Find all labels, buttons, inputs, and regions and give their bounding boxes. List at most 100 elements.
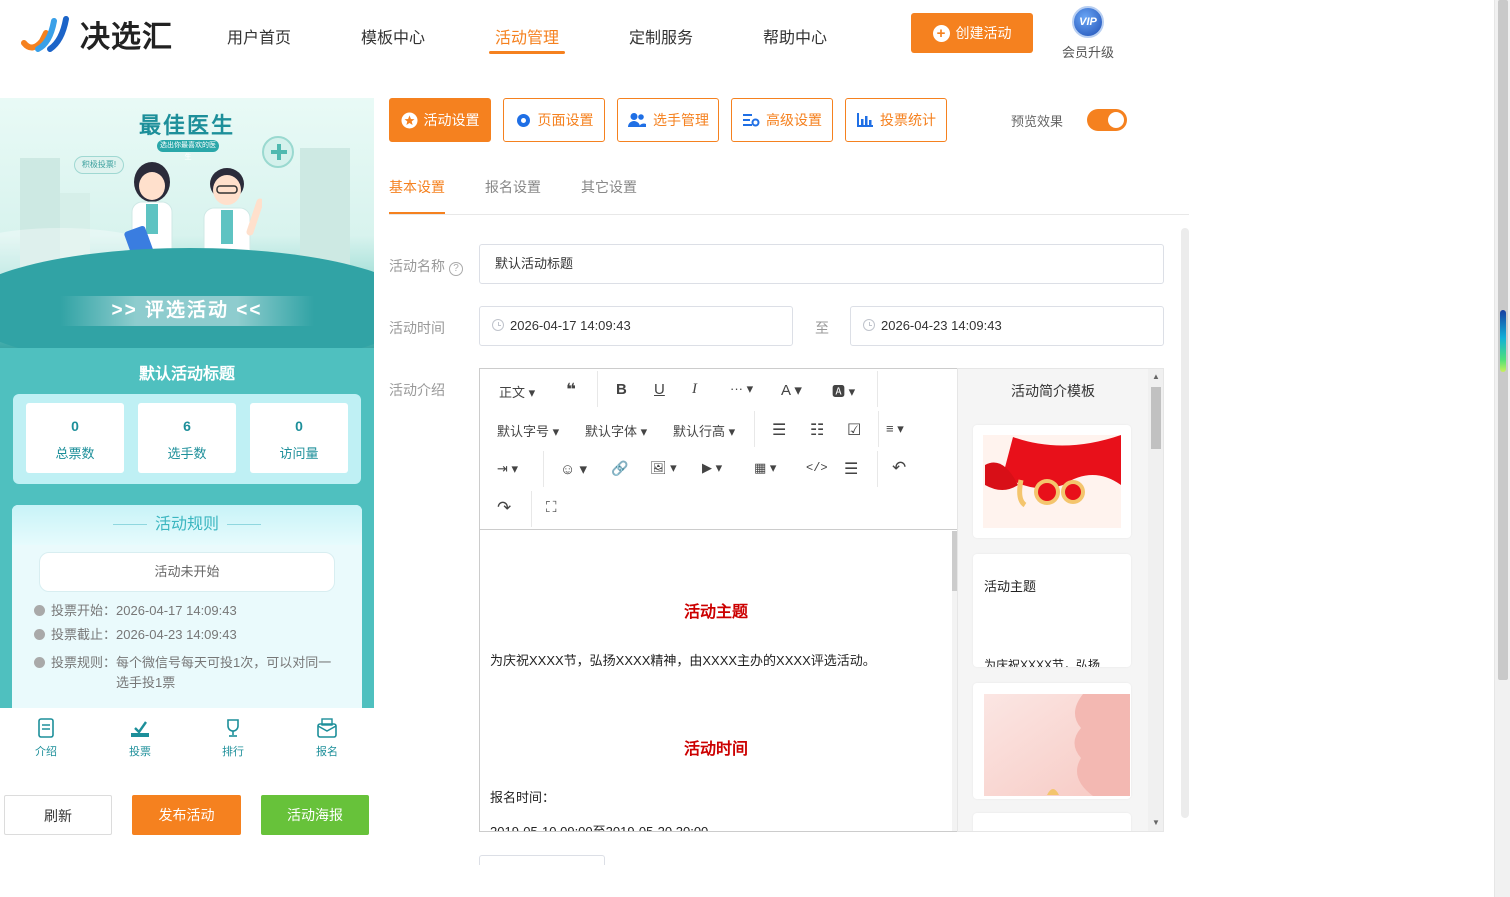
start-time-input[interactable]: 2026-04-17 14:09:43 xyxy=(479,306,793,346)
rule-desc-text-2: 选手投1票 xyxy=(116,675,176,690)
divider-icon[interactable]: ☰ xyxy=(844,459,858,479)
refresh-button[interactable]: 刷新 xyxy=(4,795,112,835)
rule-start-text: 投票开始：2026-04-17 14:09:43 xyxy=(51,603,237,618)
page-scrollbar[interactable] xyxy=(1494,0,1510,897)
redo-icon[interactable]: ↷ xyxy=(497,498,511,518)
page-settings-button[interactable]: 页面设置 xyxy=(503,98,605,142)
scroll-up-icon[interactable]: ▲ xyxy=(1152,372,1160,381)
align-icon[interactable]: ≡ ▾ xyxy=(886,421,904,437)
help-icon[interactable]: ? xyxy=(449,262,463,276)
content-paragraph: 2019-05-10 09:00至2019-05-20 20:00 xyxy=(490,821,708,831)
scroll-down-icon[interactable]: ▼ xyxy=(1152,818,1160,827)
paragraph-select[interactable]: 正文 ▾ xyxy=(499,382,535,401)
nav-item-home[interactable]: 用户首页 xyxy=(227,24,291,48)
rules-title: 活动规则 xyxy=(154,516,219,533)
publish-activity-button[interactable]: 发布活动 xyxy=(132,795,241,835)
activity-intro-label: 活动介绍 xyxy=(389,382,445,398)
rule-end-text: 投票截止：2026-04-23 14:09:43 xyxy=(51,627,237,642)
users-icon xyxy=(628,113,646,127)
bullet-list-icon[interactable]: ☰ xyxy=(772,420,786,440)
tab-vote[interactable]: 投票 xyxy=(120,718,160,759)
mobile-preview: 最佳医生 选出你最喜欢的医生 积极投票! >> 评选活动 << 默认活动标题 0… xyxy=(0,98,374,708)
font-size-select[interactable]: 默认字号 ▾ xyxy=(497,421,559,440)
table-icon[interactable]: ▦ ▾ xyxy=(754,460,776,476)
page-settings-label: 页面设置 xyxy=(537,112,594,128)
logo-mark-icon xyxy=(20,13,72,55)
template-card[interactable] xyxy=(973,425,1131,538)
nav-active-underline xyxy=(489,51,565,54)
vote-bubble: 积极投票! xyxy=(74,156,124,174)
preview-activity-title: 默认活动标题 xyxy=(138,366,235,383)
tab-basic-settings[interactable]: 基本设置 xyxy=(389,177,445,197)
end-time-value: 2026-04-23 14:09:43 xyxy=(881,318,1002,333)
signup-icon xyxy=(317,718,337,738)
document-icon xyxy=(38,718,54,738)
image-icon[interactable]: 🖼 ▾ xyxy=(650,460,677,476)
nav-item-help[interactable]: 帮助中心 xyxy=(763,24,827,48)
font-family-select[interactable]: 默认字体 ▾ xyxy=(585,421,647,440)
stat-label: 访问量 xyxy=(279,446,319,461)
tab-signup[interactable]: 报名 xyxy=(307,718,347,759)
vip-upgrade[interactable]: VIP 会员升级 xyxy=(1058,6,1118,61)
activity-settings-button[interactable]: 活动设置 xyxy=(389,98,491,142)
top-navbar: 决选汇 用户首页 模板中心 活动管理 定制服务 帮助中心 + 创建活动 VIP … xyxy=(0,0,1494,68)
template-card[interactable] xyxy=(973,813,1131,831)
emoji-icon[interactable]: ☺ ▾ xyxy=(560,460,587,478)
vip-badge-icon: VIP xyxy=(1072,6,1104,38)
brand-name: 决选汇 xyxy=(80,21,173,54)
template-card[interactable] xyxy=(973,683,1131,799)
vote-stats-button[interactable]: 投票统计 xyxy=(845,98,947,142)
stat-value: 6 xyxy=(183,418,191,434)
template-scrollbar-thumb[interactable] xyxy=(1151,387,1161,449)
font-color-icon[interactable]: A ▾ xyxy=(781,381,802,399)
vip-upgrade-label: 会员升级 xyxy=(1061,45,1114,60)
quote-icon[interactable]: ❝ xyxy=(566,380,576,400)
activity-name-input[interactable]: 默认活动标题 xyxy=(479,244,1164,284)
toolbar-separator xyxy=(543,451,544,487)
stat-label: 总票数 xyxy=(55,446,95,461)
numbered-list-icon[interactable]: ☷ xyxy=(810,420,824,440)
template-thumbnail-national-day xyxy=(983,435,1121,528)
underline-icon[interactable]: U xyxy=(654,381,665,398)
banner-subtitle: 选出你最喜欢的医生 xyxy=(157,140,219,161)
undo-icon[interactable]: ↶ xyxy=(892,458,906,478)
subtab-divider xyxy=(389,214,1189,215)
bold-icon[interactable]: B xyxy=(616,381,627,398)
end-time-input[interactable]: 2026-04-23 14:09:43 xyxy=(850,306,1164,346)
advanced-settings-button[interactable]: 高级设置 xyxy=(731,98,833,142)
link-icon[interactable]: 🔗 xyxy=(611,460,628,477)
video-icon[interactable]: ▶ ▾ xyxy=(702,460,722,476)
next-form-field[interactable] xyxy=(479,855,605,865)
banner-building xyxy=(300,148,350,268)
tab-intro[interactable]: 介绍 xyxy=(26,718,66,759)
tab-signup-settings[interactable]: 报名设置 xyxy=(485,177,541,197)
trophy-icon xyxy=(227,719,239,737)
more-format-icon[interactable]: ··· ▾ xyxy=(730,381,753,397)
contestant-manage-button[interactable]: 选手管理 xyxy=(617,98,719,142)
editor-content[interactable]: 活动主题 为庆祝XXXX节，弘扬XXXX精神，由XXXX主办的XXXX评选活动。… xyxy=(480,531,952,831)
fullscreen-icon[interactable]: ⛶ xyxy=(546,499,557,516)
nav-item-custom-service[interactable]: 定制服务 xyxy=(629,24,693,48)
medical-cross-icon xyxy=(262,136,294,168)
template-card[interactable]: 活动主题 为庆祝XXXX节，弘扬 xyxy=(973,554,1131,667)
nav-item-activity-manage[interactable]: 活动管理 xyxy=(495,24,559,48)
tab-other-settings[interactable]: 其它设置 xyxy=(581,177,637,197)
italic-icon[interactable]: I xyxy=(692,381,697,398)
preview-effect-toggle[interactable] xyxy=(1087,109,1127,131)
tab-vote-label: 投票 xyxy=(129,746,151,758)
checklist-icon[interactable]: ☑ xyxy=(847,420,861,440)
activity-poster-button[interactable]: 活动海报 xyxy=(261,795,369,835)
logo[interactable]: 决选汇 xyxy=(20,12,173,56)
create-activity-button[interactable]: + 创建活动 xyxy=(911,13,1033,53)
background-color-icon[interactable]: 🅰 ▾ xyxy=(832,381,855,400)
tab-ranking[interactable]: 排行 xyxy=(213,718,253,759)
template-panel-title: 活动简介模板 xyxy=(1011,383,1095,399)
form-scrollbar[interactable] xyxy=(1181,228,1189,818)
gear-icon xyxy=(516,113,530,127)
nav-item-templates[interactable]: 模板中心 xyxy=(361,24,425,48)
indent-icon[interactable]: ⇥ ▾ xyxy=(497,461,518,477)
code-icon[interactable]: </> xyxy=(806,461,828,475)
line-height-select[interactable]: 默认行高 ▾ xyxy=(673,421,735,440)
template-scrollbar[interactable]: ▲ ▼ xyxy=(1148,369,1163,831)
rule-end: 投票截止：2026-04-23 14:09:43 xyxy=(34,625,237,645)
